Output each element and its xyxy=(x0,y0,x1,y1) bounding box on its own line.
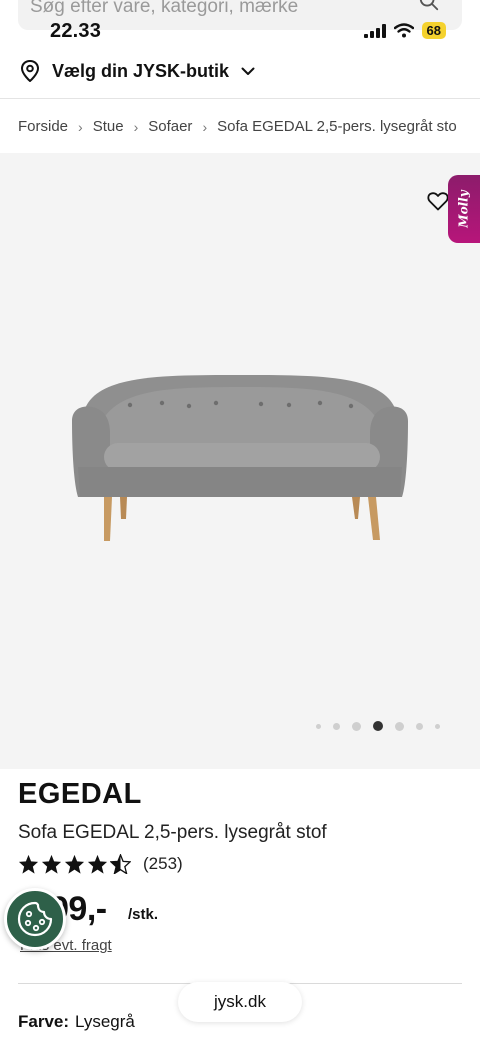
pagination-dot[interactable] xyxy=(395,721,404,731)
pagination-dot[interactable] xyxy=(333,722,340,730)
browser-url: jysk.dk xyxy=(214,992,266,1011)
status-time: 22.33 xyxy=(50,20,102,42)
battery-indicator: 68 xyxy=(421,22,446,39)
status-icons: 68 xyxy=(363,22,446,39)
rating-count: (253) xyxy=(143,854,183,873)
sofa-product-image[interactable] xyxy=(0,153,480,769)
color-selector[interactable]: Farve: Lysegrå xyxy=(18,1012,135,1032)
color-value: Lysegrå xyxy=(75,1012,135,1031)
breadcrumb-sofaer[interactable]: Sofaer xyxy=(148,118,192,135)
breadcrumb-separator-icon: › xyxy=(78,118,83,135)
store-selector[interactable]: Vælg din JYSK-butik xyxy=(20,60,255,82)
image-pagination xyxy=(316,721,440,731)
star-full-icon xyxy=(64,854,85,874)
breadcrumb-home[interactable]: Forside xyxy=(18,118,68,135)
pagination-dot[interactable] xyxy=(316,723,321,729)
breadcrumb: Forside › Stue › Sofaer › Sofa EGEDAL 2,… xyxy=(18,118,457,135)
star-half-icon xyxy=(110,854,131,874)
product-image-gallery[interactable]: Molly xyxy=(0,153,480,769)
pagination-dot[interactable] xyxy=(352,721,361,731)
pagination-dot-active[interactable] xyxy=(373,721,383,731)
cookie-settings-button[interactable] xyxy=(4,888,66,950)
molly-badge-label: Molly xyxy=(457,190,472,228)
favorite-heart-icon[interactable] xyxy=(426,189,450,213)
product-page: Søg efter vare, kategori, mærke 22.33 68… xyxy=(0,0,480,1039)
molly-assistant-tab[interactable]: Molly xyxy=(448,175,480,243)
product-title: Sofa EGEDAL 2,5-pers. lysegråt stof xyxy=(18,822,327,843)
breadcrumb-current[interactable]: Sofa EGEDAL 2,5-pers. lysegråt sto xyxy=(217,118,457,135)
breadcrumb-separator-icon: › xyxy=(202,118,208,135)
pagination-dot[interactable] xyxy=(416,722,423,730)
store-selector-label: Vælg din JYSK-butik xyxy=(52,60,230,81)
price-unit: /stk. xyxy=(128,906,159,923)
cookie-icon xyxy=(17,901,53,937)
signal-icon xyxy=(363,23,386,38)
product-brand: EGEDAL xyxy=(18,778,142,810)
star-full-icon xyxy=(18,854,39,874)
location-pin-icon xyxy=(20,60,40,82)
breadcrumb-separator-icon: › xyxy=(133,118,139,135)
color-label: Farve: xyxy=(18,1012,70,1031)
search-placeholder: Søg efter vare, kategori, mærke xyxy=(30,0,299,17)
pagination-dot[interactable] xyxy=(435,723,440,729)
search-icon[interactable] xyxy=(418,0,440,12)
header-divider xyxy=(0,98,480,99)
browser-url-bar[interactable]: jysk.dk xyxy=(178,982,302,1022)
wifi-icon xyxy=(393,23,414,38)
star-full-icon xyxy=(41,854,62,874)
star-full-icon xyxy=(87,854,108,874)
chevron-down-icon xyxy=(241,67,255,75)
breadcrumb-stue[interactable]: Stue xyxy=(93,118,124,135)
product-rating[interactable]: (253) xyxy=(18,854,183,874)
